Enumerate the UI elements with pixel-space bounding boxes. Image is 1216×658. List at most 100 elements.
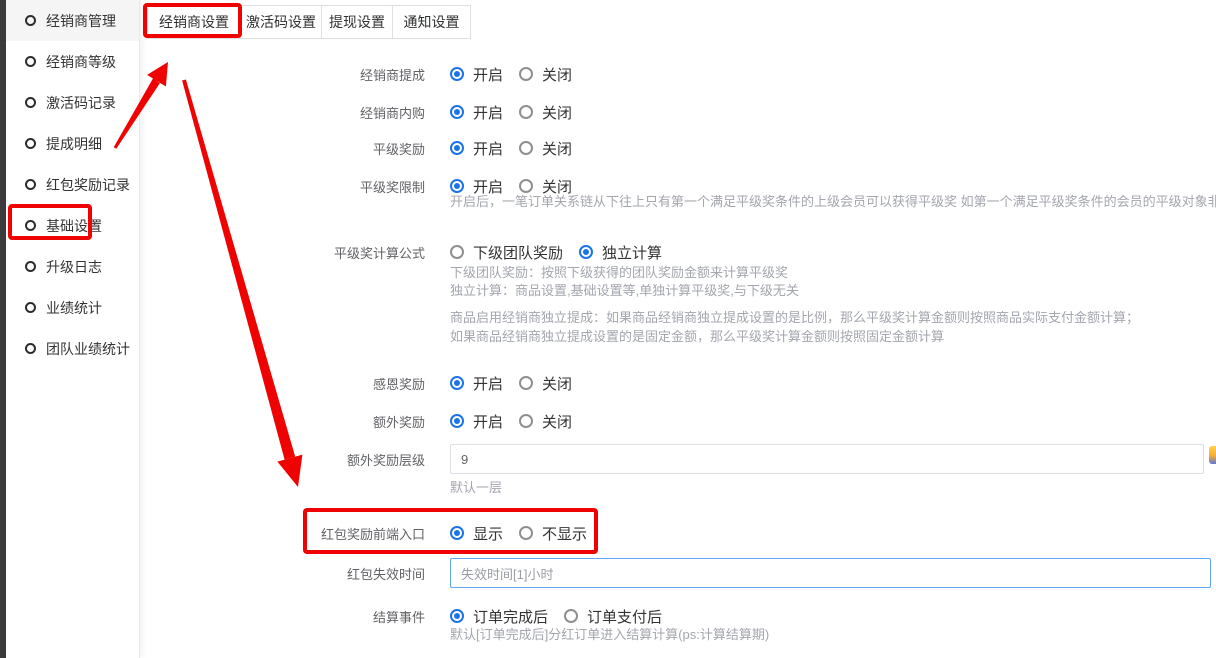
- form-row-same-level-formula: 平级奖计算公式 下级团队奖励 独立计算: [140, 242, 1216, 262]
- radio-unchecked-icon[interactable]: [519, 67, 533, 81]
- redpacket-expire-time-input[interactable]: [450, 558, 1211, 588]
- admin-settings-page: 经销商管理 经销商等级 激活码记录 提成明细 红包奖励记录 基础设置 升级日志: [0, 0, 1216, 658]
- form-row-extra-reward-levels: 额外奖励层级: [140, 444, 1216, 474]
- form-row-redpacket-expire-time: 红包失效时间: [140, 558, 1216, 588]
- tab-notification-settings[interactable]: 通知设置: [392, 5, 471, 39]
- sidebar-item-label: 升级日志: [46, 257, 102, 277]
- radio-option-on[interactable]: 开启: [450, 373, 503, 394]
- radio-checked-icon[interactable]: [450, 414, 464, 428]
- radio-checked-icon[interactable]: [450, 376, 464, 390]
- field-label: 经销商内购: [140, 103, 425, 122]
- sidebar-item-label: 经销商等级: [46, 52, 116, 72]
- tab-withdrawal-settings[interactable]: 提现设置: [321, 5, 393, 39]
- sidebar-item-label: 提成明细: [46, 134, 102, 154]
- sidebar-item-basic-settings[interactable]: 基础设置: [6, 205, 139, 246]
- radio-option-independent-calc[interactable]: 独立计算: [579, 242, 662, 263]
- radio-option-order-paid[interactable]: 订单支付后: [564, 606, 662, 627]
- circle-icon: [25, 15, 36, 26]
- tab-dealer-settings[interactable]: 经销商设置: [147, 5, 241, 39]
- form-row-gratitude-reward: 感恩奖励 开启 关闭: [140, 373, 1216, 393]
- sidebar: 经销商管理 经销商等级 激活码记录 提成明细 红包奖励记录 基础设置 升级日志: [6, 0, 140, 658]
- radio-unchecked-icon[interactable]: [519, 414, 533, 428]
- field-label: 平级奖计算公式: [140, 243, 425, 262]
- circle-icon: [25, 97, 36, 108]
- circle-icon: [25, 179, 36, 190]
- radio-unchecked-icon[interactable]: [450, 245, 464, 259]
- tab-activation-code-settings[interactable]: 激活码设置: [240, 5, 322, 39]
- radio-option-on[interactable]: 开启: [450, 102, 503, 123]
- main-content: 经销商设置 激活码设置 提现设置 通知设置 经销商提成 开启 关闭 经销商内购 …: [140, 0, 1216, 658]
- cursor-artifact-icon: [1209, 446, 1216, 464]
- radio-checked-icon[interactable]: [450, 141, 464, 155]
- circle-icon: [25, 56, 36, 67]
- field-label: 红包失效时间: [140, 564, 425, 583]
- help-text: 默认一层: [450, 479, 1216, 497]
- radio-option-off[interactable]: 关闭: [519, 138, 572, 159]
- field-label: 红包奖励前端入口: [140, 524, 425, 543]
- radio-checked-icon[interactable]: [579, 245, 593, 259]
- circle-icon: [25, 220, 36, 231]
- form-row-settlement-event: 结算事件 订单完成后 订单支付后: [140, 606, 1216, 626]
- help-text: 如果商品经销商独立提成设置的是固定金额，那么平级奖计算金额则按照固定金额计算: [450, 328, 1216, 346]
- radio-unchecked-icon[interactable]: [519, 141, 533, 155]
- help-text: 独立计算：商品设置,基础设置等,单独计算平级奖,与下级无关: [450, 282, 1216, 300]
- field-label: 平级奖励: [140, 139, 425, 158]
- radio-option-hide[interactable]: 不显示: [519, 523, 587, 544]
- sidebar-item-commission-details[interactable]: 提成明细: [6, 123, 139, 164]
- radio-unchecked-icon[interactable]: [564, 609, 578, 623]
- radio-unchecked-icon[interactable]: [519, 376, 533, 390]
- radio-option-off[interactable]: 关闭: [519, 64, 572, 85]
- radio-option-on[interactable]: 开启: [450, 411, 503, 432]
- form-row-extra-reward: 额外奖励 开启 关闭: [140, 411, 1216, 431]
- form-row-dealer-internal-purchase: 经销商内购 开启 关闭: [140, 102, 1216, 122]
- field-label: 额外奖励: [140, 412, 425, 431]
- sidebar-item-label: 基础设置: [46, 216, 102, 236]
- circle-icon: [25, 343, 36, 354]
- sidebar-item-activation-code-records[interactable]: 激活码记录: [6, 82, 139, 123]
- radio-option-off[interactable]: 关闭: [519, 102, 572, 123]
- form-row-dealer-commission: 经销商提成 开启 关闭: [140, 64, 1216, 84]
- circle-icon: [25, 261, 36, 272]
- radio-option-on[interactable]: 开启: [450, 138, 503, 159]
- extra-reward-levels-input[interactable]: [450, 444, 1204, 474]
- sidebar-item-label: 经销商管理: [46, 11, 116, 31]
- radio-checked-icon[interactable]: [450, 609, 464, 623]
- radio-checked-icon[interactable]: [450, 67, 464, 81]
- form-row-same-level-reward: 平级奖励 开启 关闭: [140, 138, 1216, 158]
- radio-checked-icon[interactable]: [450, 179, 464, 193]
- radio-unchecked-icon[interactable]: [519, 526, 533, 540]
- field-label: 结算事件: [140, 607, 425, 626]
- sidebar-item-dealer-management[interactable]: 经销商管理: [6, 0, 139, 41]
- radio-option-off[interactable]: 关闭: [519, 411, 572, 432]
- radio-option-off[interactable]: 关闭: [519, 373, 572, 394]
- field-label: 经销商提成: [140, 65, 425, 84]
- field-label: 额外奖励层级: [140, 450, 425, 469]
- settings-tabbar: 经销商设置 激活码设置 提现设置 通知设置: [147, 5, 471, 39]
- help-text: 开启后，一笔订单关系链从下往上只有第一个满足平级奖条件的上级会员可以获得平级奖 …: [450, 193, 1216, 211]
- radio-checked-icon[interactable]: [450, 105, 464, 119]
- sidebar-item-team-performance-stats[interactable]: 团队业绩统计: [6, 328, 139, 369]
- radio-option-order-completed[interactable]: 订单完成后: [450, 606, 548, 627]
- sidebar-item-performance-stats[interactable]: 业绩统计: [6, 287, 139, 328]
- form-row-redpacket-front-entry: 红包奖励前端入口 显示 不显示: [140, 523, 1216, 543]
- radio-option-subteam-reward[interactable]: 下级团队奖励: [450, 242, 563, 263]
- radio-unchecked-icon[interactable]: [519, 105, 533, 119]
- radio-unchecked-icon[interactable]: [519, 179, 533, 193]
- sidebar-item-redpacket-reward-records[interactable]: 红包奖励记录: [6, 164, 139, 205]
- radio-option-on[interactable]: 开启: [450, 64, 503, 85]
- help-text: 默认[订单完成后]分红订单进入结算计算(ps:计算结算期): [450, 626, 1216, 644]
- field-label: 感恩奖励: [140, 374, 425, 393]
- circle-icon: [25, 302, 36, 313]
- field-label: 平级奖限制: [140, 177, 425, 196]
- sidebar-item-upgrade-log[interactable]: 升级日志: [6, 246, 139, 287]
- sidebar-item-label: 团队业绩统计: [46, 339, 130, 359]
- circle-icon: [25, 138, 36, 149]
- sidebar-item-label: 业绩统计: [46, 298, 102, 318]
- sidebar-item-label: 激活码记录: [46, 93, 116, 113]
- help-text: 下级团队奖励：按照下级获得的团队奖励金额来计算平级奖: [450, 264, 1216, 282]
- sidebar-item-dealer-level[interactable]: 经销商等级: [6, 41, 139, 82]
- radio-option-show[interactable]: 显示: [450, 523, 503, 544]
- sidebar-item-label: 红包奖励记录: [46, 175, 130, 195]
- radio-checked-icon[interactable]: [450, 526, 464, 540]
- help-text: 商品启用经销商独立提成：如果商品经销商独立提成设置的是比例，那么平级奖计算金额则…: [450, 309, 1216, 327]
